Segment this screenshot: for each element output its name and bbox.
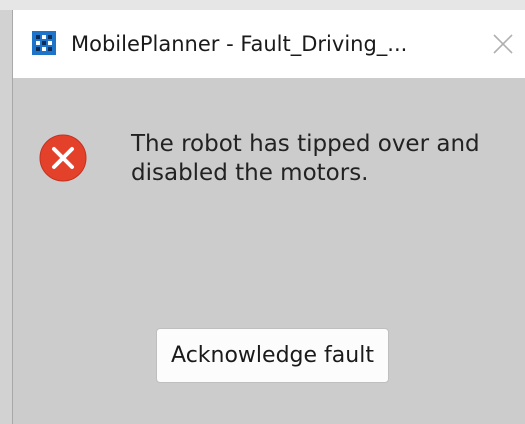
title-bar[interactable]: MobilePlanner - Fault_Driving_... — [13, 10, 525, 78]
acknowledge-fault-button[interactable]: Acknowledge fault — [156, 328, 389, 383]
fault-message: The robot has tipped over and disabled t… — [131, 131, 480, 186]
close-button[interactable] — [481, 24, 525, 64]
error-icon — [39, 134, 87, 182]
window-title: MobilePlanner - Fault_Driving_... — [71, 32, 408, 56]
close-icon — [493, 34, 513, 54]
background-strip — [0, 0, 525, 10]
dialog-content: The robot has tipped over and disabled t… — [13, 78, 525, 424]
mobileplanner-app-icon — [32, 31, 56, 55]
fault-dialog-window: MobilePlanner - Fault_Driving_... The ro… — [12, 10, 525, 424]
